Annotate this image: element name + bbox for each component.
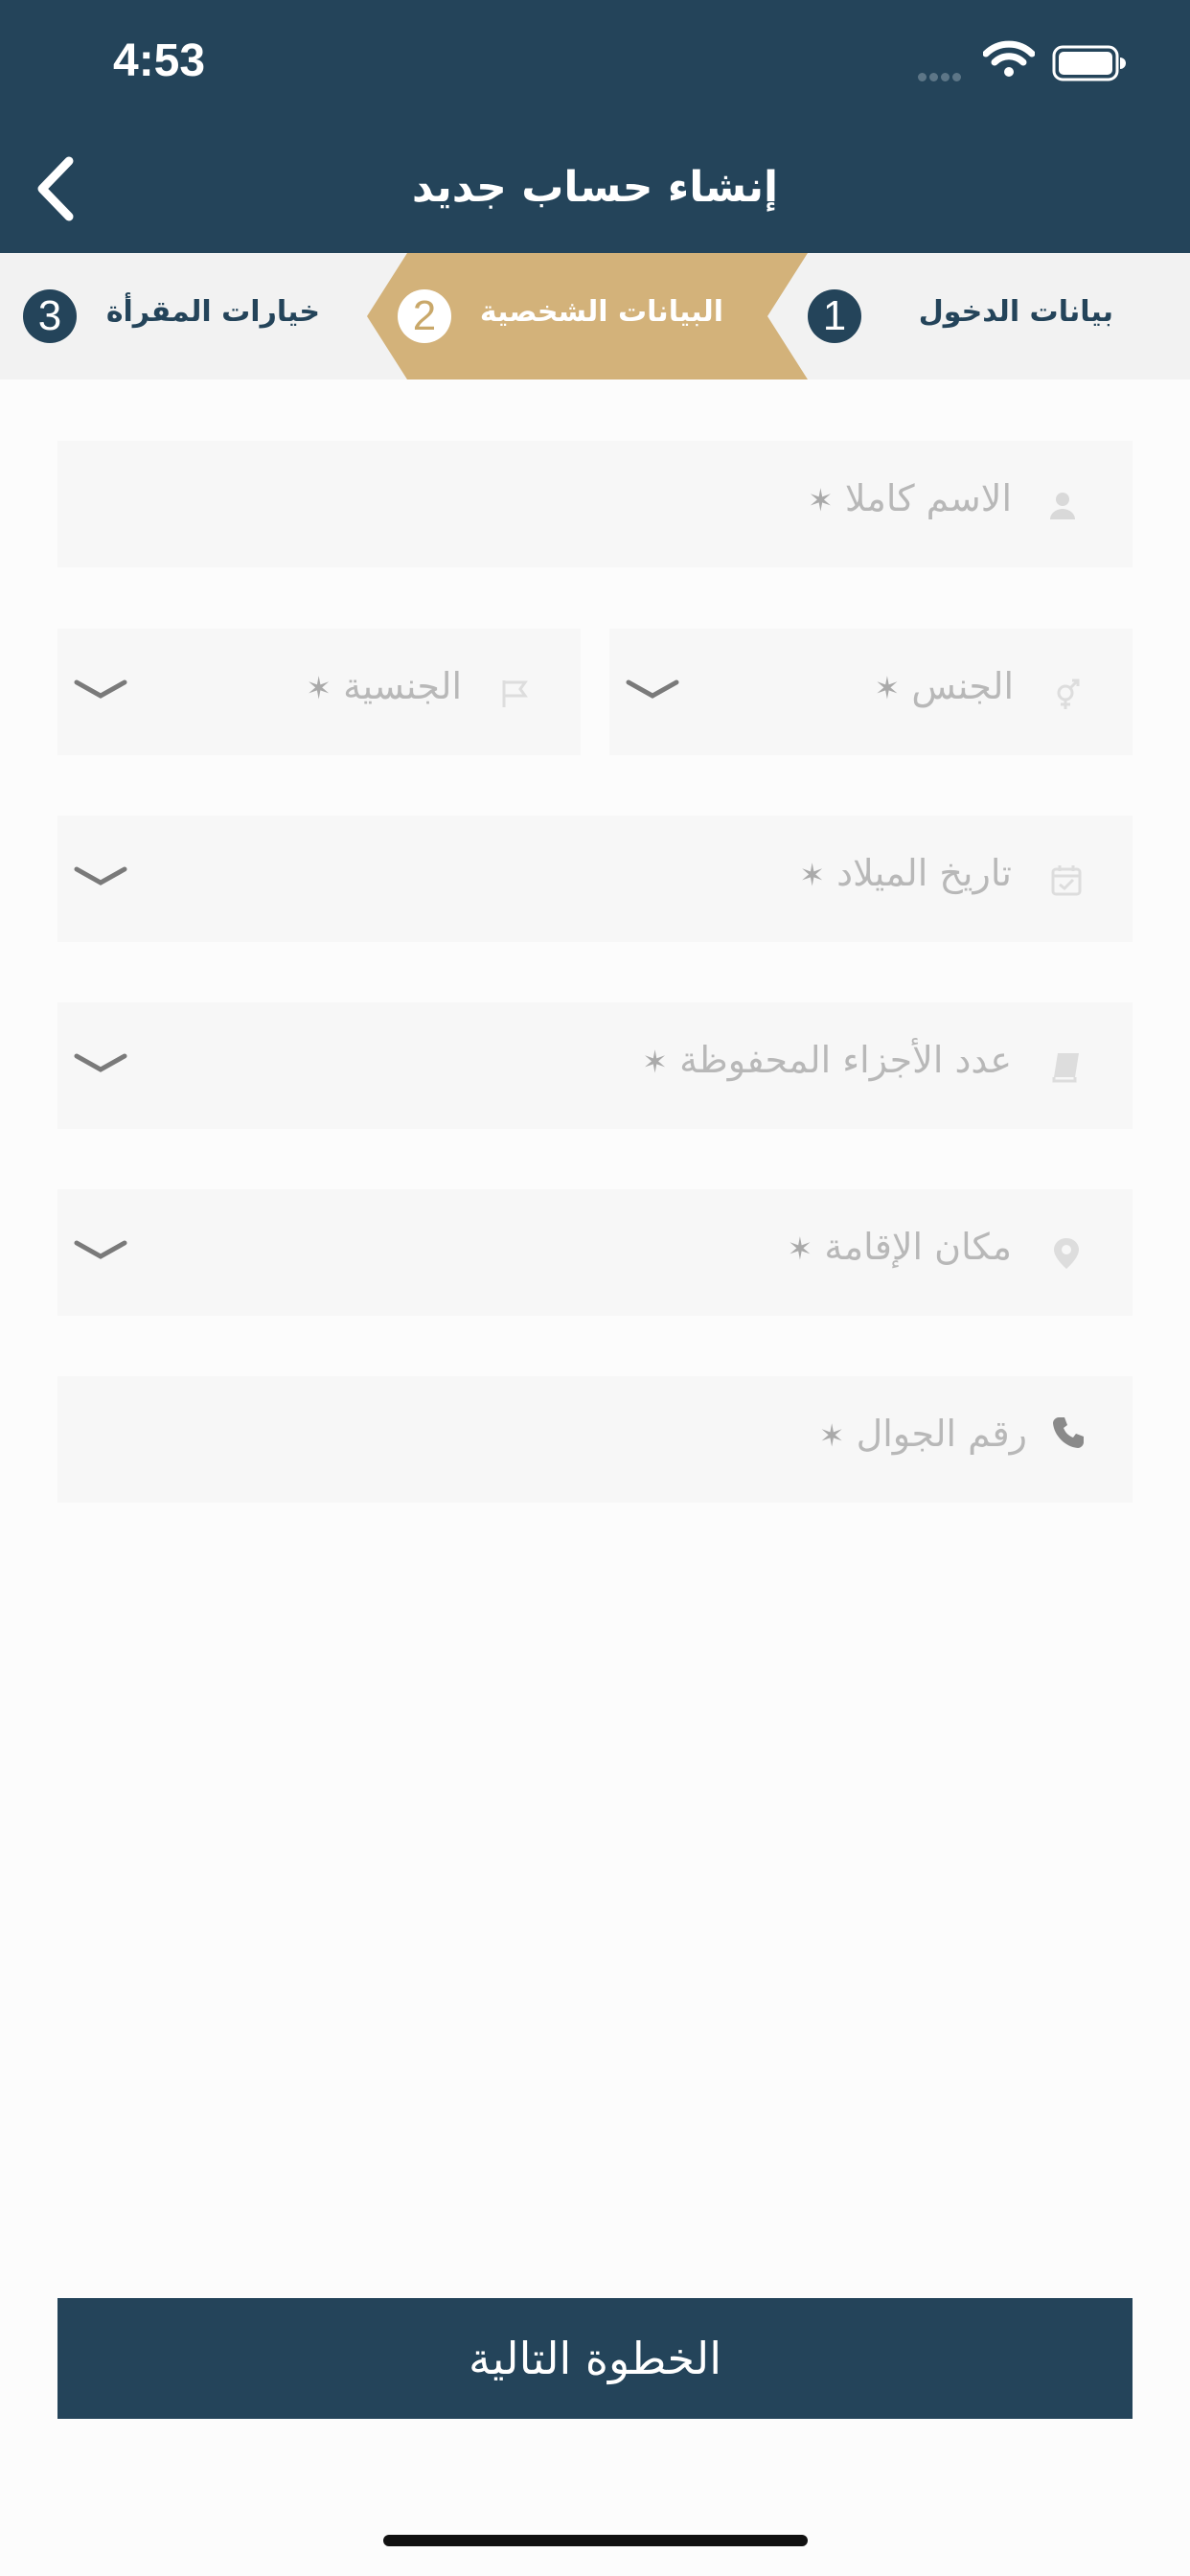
cellular-signal-icon [918,67,964,85]
status-time: 4:53 [113,35,206,86]
phone-icon [1053,1417,1084,1448]
step-number: 2 [398,289,451,343]
step-maqraa-options[interactable]: 3 خيارات المقرأة [0,253,367,380]
step-personal-data[interactable]: 2 البيانات الشخصية [367,253,808,380]
nationality-select[interactable]: الجنسية ✶ [57,629,581,755]
registration-stepper: 1 بيانات الدخول 2 البيانات الشخصية 3 خيا… [0,253,1190,380]
user-icon [1050,493,1075,519]
calendar-icon [1051,865,1082,896]
gender-select[interactable]: الجنس ✶ [609,629,1133,755]
mobile-number-field[interactable]: رقم الجوال ✶ [57,1376,1133,1503]
mobile-number-placeholder: رقم الجوال ✶ [818,1413,1027,1455]
residence-placeholder: مكان الإقامة ✶ [787,1226,1012,1268]
status-bar: 4:53 [0,0,1190,125]
book-icon [1052,1053,1079,1083]
step-login-data[interactable]: 1 بيانات الدخول [808,253,1190,380]
step-number: 3 [23,289,77,343]
memorized-parts-placeholder: عدد الأجزاء المحفوظة ✶ [642,1039,1012,1081]
gender-icon [1057,678,1080,709]
gender-placeholder: الجنس ✶ [874,665,1014,707]
home-indicator[interactable] [383,2535,808,2546]
memorized-parts-select[interactable]: عدد الأجزاء المحفوظة ✶ [57,1002,1133,1129]
step-label: خيارات المقرأة [105,295,320,329]
full-name-field[interactable]: الاسم كاملا ✶ [57,441,1133,567]
chevron-down-icon [74,679,127,699]
next-step-button[interactable]: الخطوة التالية [57,2298,1133,2419]
step-label: البيانات الشخصية [479,295,723,329]
step-label: بيانات الدخول [918,295,1113,329]
birth-date-placeholder: تاريخ الميلاد ✶ [799,852,1012,894]
wifi-icon [983,40,1035,77]
step-number: 1 [808,289,861,343]
chevron-down-icon [74,1053,127,1072]
birth-date-select[interactable]: تاريخ الميلاد ✶ [57,816,1133,942]
chevron-down-icon [74,1240,127,1259]
chevron-down-icon [74,866,127,886]
full-name-placeholder: الاسم كاملا ✶ [807,477,1012,519]
battery-icon [1052,45,1126,81]
location-pin-icon [1054,1238,1079,1269]
flag-icon [502,680,528,707]
chevron-down-icon [626,679,679,699]
navigation-bar: إنشاء حساب جديد [0,125,1190,253]
nationality-placeholder: الجنسية ✶ [306,665,462,707]
page-title: إنشاء حساب جديد [411,163,779,212]
residence-select[interactable]: مكان الإقامة ✶ [57,1189,1133,1316]
